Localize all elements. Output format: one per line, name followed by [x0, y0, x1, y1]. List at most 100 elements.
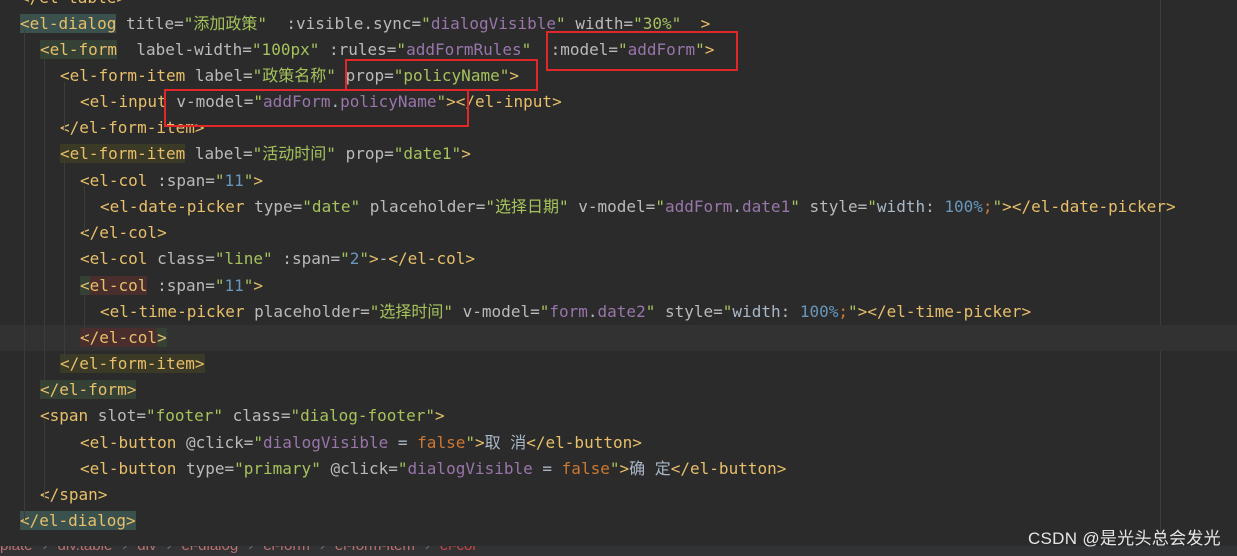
code-token: v-model= — [568, 197, 656, 216]
code-token: date2 — [597, 302, 646, 321]
code-token: ; — [838, 302, 849, 321]
code-text: <el-form-item label="活动时间" prop="date1"> — [60, 141, 471, 167]
code-line[interactable]: </el-col> — [0, 325, 1237, 351]
code-editor[interactable]: </el-table> <el-dialog title="添加政策" :visi… — [0, 0, 1237, 556]
annotation-box-model — [546, 31, 738, 71]
code-line[interactable]: </el-col> — [0, 220, 1237, 246]
code-line[interactable]: <el-col :span="11"> — [0, 273, 1237, 299]
code-line[interactable]: </el-form-item> — [0, 351, 1237, 377]
indent-guide — [64, 82, 65, 130]
code-token: " — [992, 197, 1003, 216]
breadcrumb-item[interactable]: el-form — [263, 546, 310, 554]
code-line[interactable]: <el-col class="line" :span="2">-</el-col… — [0, 246, 1237, 272]
code-token: > — [857, 302, 868, 321]
code-text: <el-time-picker placeholder="选择时间" v-mod… — [100, 299, 1031, 325]
code-token: " — [243, 171, 254, 190]
code-token: @click= — [320, 459, 398, 478]
code-token: </el-col — [80, 328, 158, 347]
code-token: "footer" — [145, 406, 224, 425]
code-token: "dialog-footer" — [290, 406, 435, 425]
code-line[interactable]: <el-form-item label="活动时间" prop="date1"> — [0, 141, 1237, 167]
code-token: " — [340, 249, 350, 268]
code-token: "date1" — [393, 144, 462, 163]
indent-guide — [84, 290, 85, 338]
code-token: <el-input — [80, 92, 167, 111]
breadcrumb-item[interactable]: el-form-item — [335, 546, 415, 554]
code-token: " — [539, 302, 550, 321]
breadcrumb-item[interactable]: div — [137, 546, 156, 554]
code-token: form — [549, 302, 588, 321]
code-token: el-col — [89, 276, 148, 295]
code-text: <el-date-picker type="date" placeholder=… — [100, 194, 1176, 220]
code-token: " — [521, 40, 532, 59]
code-token: <el-dialog — [20, 14, 117, 33]
code-text: </span> — [40, 482, 107, 508]
annotation-box-vmodel — [164, 89, 469, 127]
code-token: <el-col — [80, 249, 148, 268]
code-line[interactable]: <span slot="footer" class="dialog-footer… — [0, 403, 1237, 429]
code-text: <el-button @click="dialogVisible = false… — [80, 430, 642, 456]
code-token: dialogVisible — [263, 433, 389, 452]
code-token: </el-input> — [455, 92, 562, 111]
code-line[interactable]: </span> — [0, 482, 1237, 508]
code-token: "政策名称" — [252, 66, 336, 85]
code-token: class= — [223, 406, 291, 425]
code-line[interactable]: </el-form> — [0, 377, 1237, 403]
code-token: :span= — [272, 249, 341, 268]
code-token: 100% — [944, 197, 983, 216]
code-token: " — [421, 14, 431, 33]
code-token: </el-time-picker> — [867, 302, 1032, 321]
code-token: type= — [176, 459, 235, 478]
code-token: "选择时间" — [369, 302, 454, 321]
code-token: </el-date-picker> — [1011, 197, 1176, 216]
code-token: addFormRules — [406, 40, 522, 59]
code-token: v-model= — [453, 302, 540, 321]
code-token: :rules= — [319, 40, 397, 59]
code-token: "活动时间" — [252, 144, 336, 163]
code-token: </el-col> — [388, 249, 476, 268]
code-token: </el-col> — [80, 223, 167, 242]
code-token: </el-form> — [40, 380, 137, 399]
code-line[interactable]: <el-button @click="dialogVisible = false… — [0, 430, 1237, 456]
code-token: . — [732, 197, 743, 216]
code-token: ; — [982, 197, 993, 216]
code-token: " — [214, 171, 225, 190]
code-token: :visible.sync= — [267, 14, 422, 33]
breadcrumb-item[interactable]: div.table — [58, 546, 113, 554]
code-token: placeholder= — [360, 197, 486, 216]
code-token: 11 — [224, 276, 244, 295]
code-token: <el-button — [80, 433, 177, 452]
code-token: <el-form-item — [60, 144, 186, 163]
code-line[interactable]: <el-time-picker placeholder="选择时间" v-mod… — [0, 299, 1237, 325]
code-line[interactable]: <el-date-picker type="date" placeholder=… — [0, 194, 1237, 220]
code-token: placeholder= — [244, 302, 370, 321]
code-token: > — [157, 328, 167, 347]
breadcrumb-separator-icon: › — [248, 546, 253, 554]
code-token: slot= — [88, 406, 146, 425]
code-token: > — [619, 459, 630, 478]
code-line[interactable]: </el-table> — [0, 0, 1237, 11]
code-token: false — [417, 433, 466, 452]
indent-guide — [64, 160, 65, 360]
code-token: title= — [116, 14, 184, 33]
code-token: width: — [876, 197, 945, 216]
code-token: </el-form-item> — [60, 354, 205, 373]
code-token: 确 定 — [629, 459, 671, 478]
indent-guide — [84, 186, 85, 234]
code-token: "添加政策" — [183, 14, 268, 33]
code-line[interactable]: <el-button type="primary" @click="dialog… — [0, 456, 1237, 482]
code-text: </el-col> — [80, 220, 167, 246]
code-token: date1 — [742, 197, 791, 216]
code-token: style= — [799, 197, 868, 216]
breadcrumb-item[interactable]: plate — [0, 546, 33, 554]
breadcrumb-item[interactable]: el-col — [440, 546, 476, 554]
code-token: </el-dialog> — [20, 511, 136, 530]
code-token: </span> — [40, 485, 108, 504]
code-line[interactable]: <el-col :span="11"> — [0, 168, 1237, 194]
code-token: 取 消 — [484, 433, 527, 452]
code-token: = — [532, 459, 562, 478]
breadcrumb-separator-icon: › — [166, 546, 171, 554]
breadcrumb-item[interactable]: el-dialog — [181, 546, 238, 554]
code-token: - — [378, 249, 389, 268]
code-token: width: — [732, 302, 800, 321]
